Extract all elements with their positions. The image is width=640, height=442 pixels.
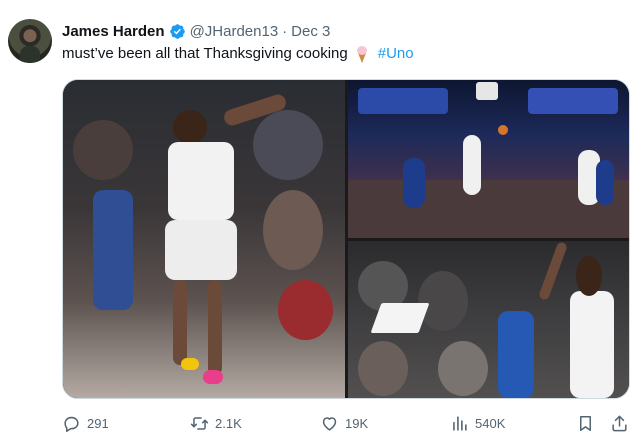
- author-avatar[interactable]: [8, 19, 52, 63]
- views-count: 540K: [475, 416, 506, 431]
- tweet-actions: 291 2.1K 19K 540K: [62, 414, 630, 434]
- heart-icon: [322, 417, 337, 431]
- tweet-text: must’ve been all that Thanksgiving cooki…: [62, 44, 414, 64]
- bookmark-button[interactable]: [576, 414, 595, 433]
- bookmark-icon: [579, 416, 592, 431]
- media-grid: [62, 79, 630, 399]
- views-chart-icon: [453, 416, 467, 431]
- reply-button[interactable]: 291: [62, 414, 109, 433]
- harden-free-throw-photo[interactable]: [348, 241, 629, 398]
- verified-badge-icon: [169, 23, 185, 39]
- repost-button[interactable]: 2.1K: [190, 414, 242, 433]
- separator-dot: ·: [282, 22, 288, 40]
- hashtag-link[interactable]: #Uno: [378, 44, 414, 64]
- views-button[interactable]: 540K: [450, 414, 505, 433]
- repost-count: 2.1K: [215, 416, 242, 431]
- repost-icon: [190, 417, 209, 430]
- harden-celebrating-photo[interactable]: [63, 80, 345, 398]
- tweet-date[interactable]: Dec 3: [291, 23, 330, 40]
- author-handle[interactable]: @JHarden13: [190, 23, 279, 40]
- reply-icon: [64, 416, 79, 432]
- ice-cream-icon: [354, 45, 370, 63]
- tweet-header: James Harden @JHarden13 · Dec 3: [62, 21, 330, 41]
- dunk-action-photo[interactable]: [348, 80, 629, 238]
- like-button[interactable]: 19K: [320, 414, 368, 433]
- like-count: 19K: [345, 416, 369, 431]
- tweet-body-text: must’ve been all that Thanksgiving cooki…: [62, 45, 348, 62]
- reply-count: 291: [87, 416, 109, 431]
- share-button[interactable]: [610, 414, 629, 433]
- author-name[interactable]: James Harden: [62, 23, 165, 40]
- share-icon: [612, 415, 627, 432]
